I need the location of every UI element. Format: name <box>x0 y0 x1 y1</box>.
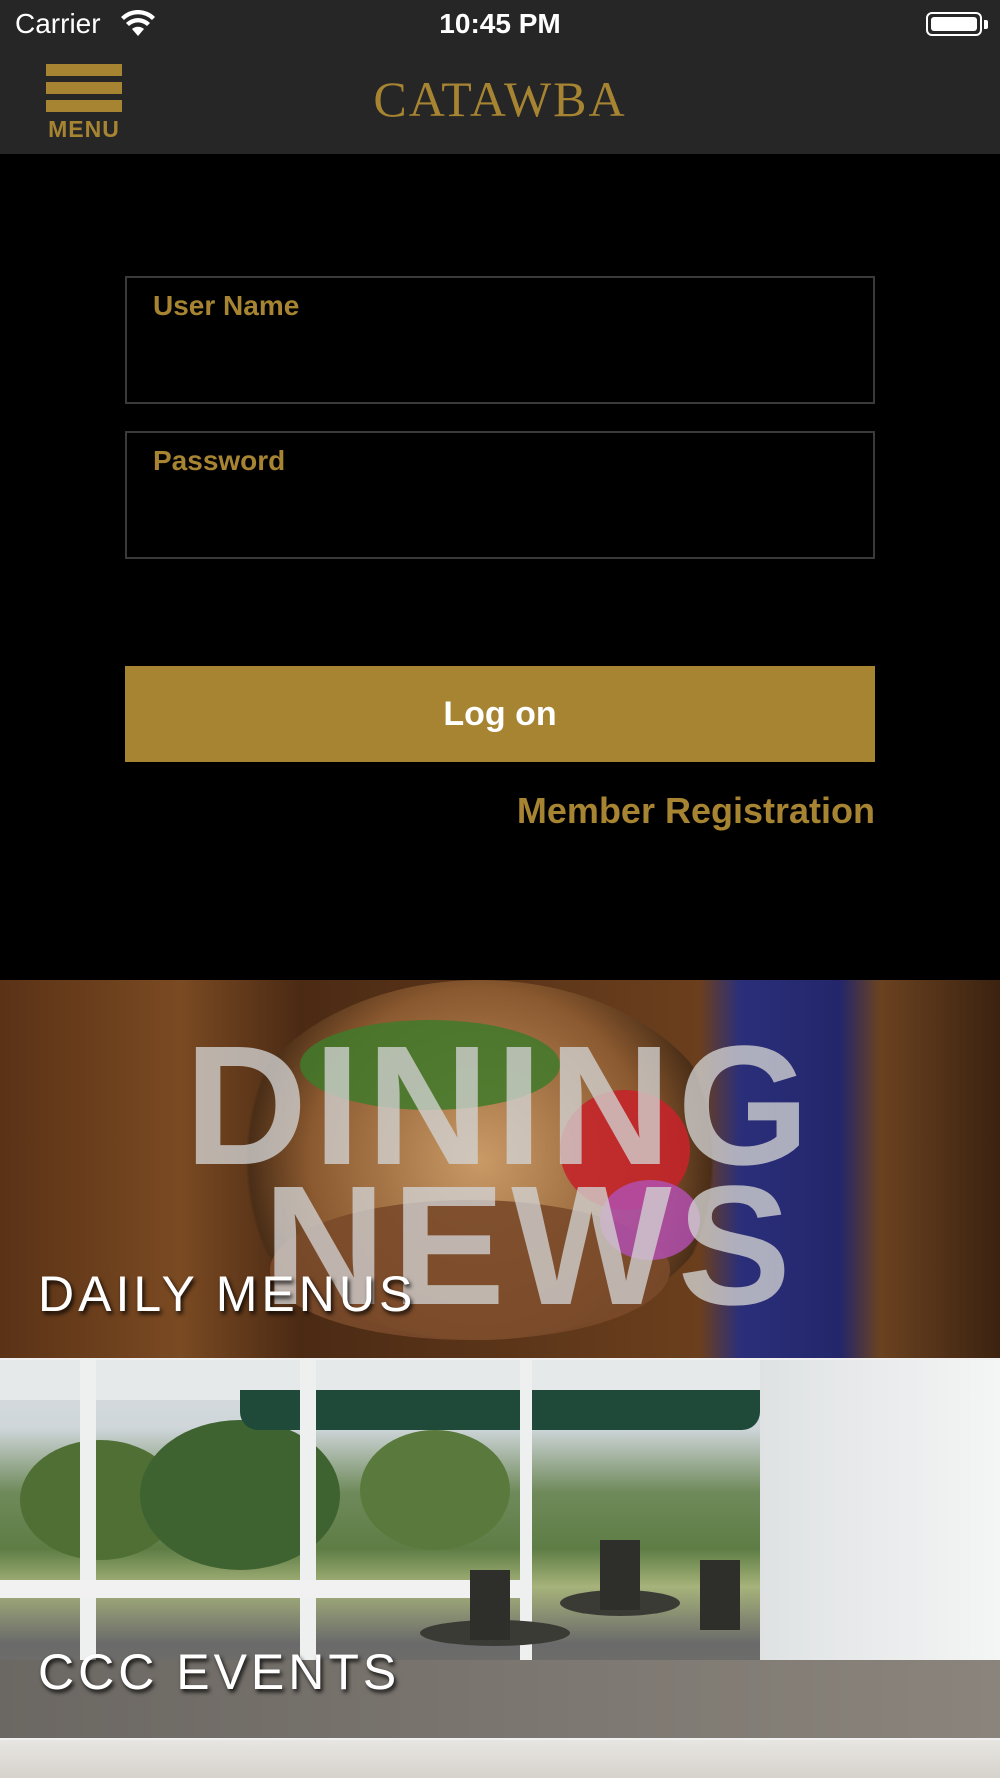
daily-menus-caption: DAILY MENUS <box>38 1266 417 1322</box>
ccc-events-caption: CCC EVENTS <box>38 1644 401 1700</box>
porch-railing <box>0 1580 520 1598</box>
member-registration-link[interactable]: Member Registration <box>517 790 875 832</box>
porch-chair <box>600 1540 640 1610</box>
nav-bar: MENU CATAWBA <box>0 52 1000 154</box>
porch-awning <box>240 1390 760 1430</box>
status-bar: Carrier 10:45 PM <box>0 0 1000 52</box>
brand-title: CATAWBA <box>373 71 627 127</box>
password-field[interactable]: Password <box>125 431 875 559</box>
username-label: User Name <box>153 290 300 321</box>
daily-menus-tile[interactable]: DINING NEWS DAILY MENUS <box>0 980 1000 1358</box>
clock: 10:45 PM <box>439 8 561 39</box>
logon-button[interactable]: Log on <box>125 666 875 762</box>
tree-image <box>360 1430 510 1550</box>
password-input[interactable] <box>153 489 847 541</box>
porch-chair <box>700 1560 740 1630</box>
username-field[interactable]: User Name <box>125 276 875 404</box>
next-tile[interactable] <box>0 1740 1000 1778</box>
porch-chair <box>470 1570 510 1640</box>
battery-icon <box>926 12 982 36</box>
password-label: Password <box>153 445 286 476</box>
username-input[interactable] <box>153 334 847 386</box>
ccc-events-tile[interactable]: CCC EVENTS <box>0 1360 1000 1738</box>
battery-tip <box>984 20 988 29</box>
